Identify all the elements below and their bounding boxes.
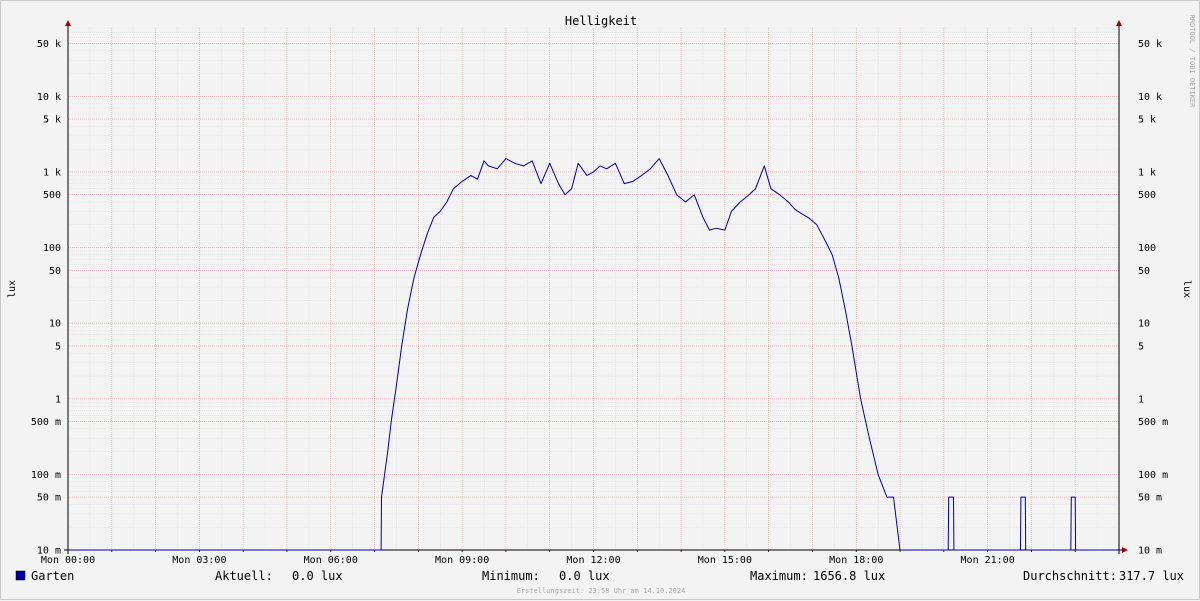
y-tick-label-left: 5 — [55, 341, 61, 352]
y-tick-label-right: 50 — [1138, 266, 1150, 277]
y-tick-label-right: 50 m — [1138, 493, 1162, 504]
current-value: 0.0 lux — [292, 569, 343, 583]
y-tick-label-right: 10 — [1138, 319, 1150, 330]
y-tick-label-right: 5 — [1138, 341, 1144, 352]
x-tick-label: Mon 00:00 — [41, 555, 95, 566]
y-tick-label-right: 1 k — [1138, 167, 1156, 178]
y-tick-label-left: 100 — [43, 243, 61, 254]
y-tick-label-left: 100 m — [31, 470, 61, 481]
minimum-label: Minimum: — [482, 569, 540, 583]
rrdtool-watermark: RRDTOOL / TOBI OETIKER — [1188, 15, 1196, 109]
y-axis-arrow-right — [1116, 20, 1122, 26]
y-tick-label-right: 10 k — [1138, 92, 1162, 103]
chart: Helligkeit 50 k10 k5 k1 k500100501051500… — [7, 14, 1196, 595]
y-tick-label-left: 500 — [43, 190, 61, 201]
graph-frame: Helligkeit 50 k 10 k5 k1 k 500 100 50 10 5 1 500… — [0, 0, 1200, 600]
y-tick-label-left: 50 — [49, 266, 61, 277]
x-tick-label: Mon 18:00 — [829, 555, 883, 566]
x-tick-label: Mon 09:00 — [435, 555, 489, 566]
y-tick-label-left: 500 m — [31, 417, 61, 428]
maximum-value: 1656.8 lux — [813, 569, 885, 583]
y-axis-label-right: lux — [1181, 280, 1192, 298]
creation-time-footer: Erstellungszeit: 23:58 Uhr am 14.10.2024 — [517, 587, 686, 595]
x-tick-label: Mon 12:00 — [566, 555, 620, 566]
y-tick-label-left: 10 k — [37, 92, 61, 103]
legend-series-name: Garten — [31, 569, 74, 583]
x-tick-label: Mon 06:00 — [304, 555, 358, 566]
x-tick-label: Mon 21:00 — [961, 555, 1015, 566]
y-tick-label-right: 1 — [1138, 394, 1144, 405]
minimum-value: 0.0 lux — [559, 569, 610, 583]
y-tick-label-left: 10 — [49, 319, 61, 330]
y-tick-label-right: 5 k — [1138, 115, 1156, 126]
y-tick-label-left: 1 k — [43, 167, 61, 178]
y-tick-label-left: 1 — [55, 394, 61, 405]
x-axis-arrow — [1122, 547, 1128, 553]
y-tick-label-right: 100 — [1138, 243, 1156, 254]
x-tick-label: Mon 15:00 — [698, 555, 752, 566]
y-tick-label-right: 50 k — [1138, 39, 1162, 50]
y-tick-label-right: 100 m — [1138, 470, 1168, 481]
y-tick-label-right: 500 — [1138, 190, 1156, 201]
maximum-label: Maximum: — [750, 569, 808, 583]
y-tick-label-right: 10 m — [1138, 546, 1162, 557]
y-tick-labels-right: 50 k 10 k 5 k 1 k 500 100 50 10 5 1 500 m 100 m 50 m… — [1138, 39, 1168, 557]
y-tick-label-right: 500 m — [1138, 417, 1168, 428]
average-label: Durchschnitt: — [1023, 569, 1117, 583]
average-value: 317.7 lux — [1119, 569, 1184, 583]
y-tick-label-left: 5 k — [43, 115, 61, 126]
y-axis-label-left: lux — [7, 280, 18, 298]
y-axis-arrow-left — [65, 20, 71, 26]
x-tick-labels: Mon 00:00 Mon 03:00 Mon 06:00 Mon 09:00 Mon … — [41, 555, 1015, 566]
major-grid — [68, 28, 1119, 551]
x-tick-label: Mon 03:00 — [172, 555, 226, 566]
y-tick-label-left: 50 m — [37, 493, 61, 504]
current-label: Aktuell: — [215, 569, 273, 583]
y-tick-labels-left: 50 k 10 k 5 k 1 k 500 100 50 10 5 1 500 m 100 m 50 m… — [31, 39, 61, 557]
y-tick-label-left: 50 k — [37, 39, 61, 50]
legend-swatch — [15, 570, 26, 581]
chart-title: Helligkeit — [565, 14, 637, 28]
